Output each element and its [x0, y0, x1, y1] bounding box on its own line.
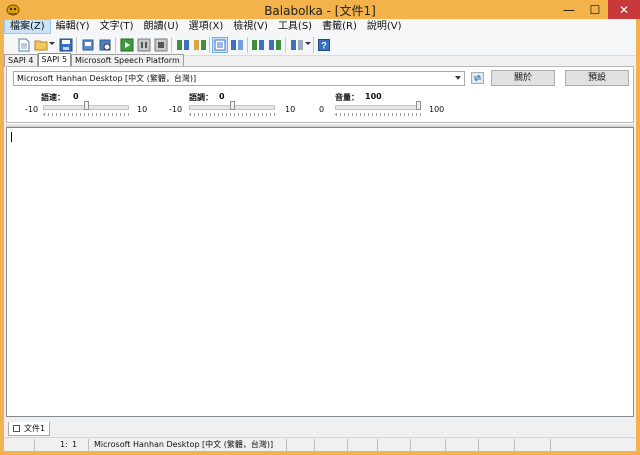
about-button[interactable]: 關於	[491, 70, 555, 86]
pitch-value: 0	[219, 92, 225, 101]
menu-speech[interactable]: 朗讀(U)	[139, 19, 184, 34]
bookmark-icon[interactable]	[250, 37, 266, 53]
title-bar[interactable]: Balabolka - [文件1] — ☐ ✕	[0, 0, 640, 19]
help-icon[interactable]: ?	[316, 37, 332, 53]
rate-value: 0	[73, 92, 79, 101]
menu-file[interactable]: 檔案(Z)	[4, 19, 51, 34]
pitch-label: 語調：	[189, 93, 213, 102]
close-button[interactable]: ✕	[608, 0, 640, 19]
volume-slider-ticks	[335, 113, 421, 116]
chevron-down-icon	[455, 76, 461, 80]
volume-slider-thumb[interactable]	[416, 101, 421, 110]
pitch-max: 10	[285, 105, 296, 114]
client-area: 檔案(Z) 編輯(Y) 文字(T) 朗讀(U) 選項(X) 檢視(V) 工具(S…	[4, 19, 636, 451]
rate-max: 10	[137, 105, 148, 114]
minimize-button[interactable]: —	[556, 0, 582, 19]
refresh-voices-button[interactable]	[471, 72, 484, 84]
svg-text:?: ?	[321, 41, 327, 51]
status-divider	[347, 439, 348, 451]
save-icon[interactable]	[58, 37, 74, 53]
window-title: Balabolka - [文件1]	[264, 4, 376, 18]
toolbar-separator	[171, 37, 172, 53]
volume-slider-group: 音量： 100 0 100	[315, 92, 455, 122]
voice-select-value: Microsoft Hanhan Desktop [中文 (繁體，台灣)]	[17, 74, 197, 83]
voice-panel: Microsoft Hanhan Desktop [中文 (繁體，台灣)] 關於…	[6, 66, 634, 123]
toolbar-separator	[313, 37, 314, 53]
volume-label: 音量：	[335, 93, 359, 102]
rate-slider-group: 語速： 0 -10 10	[19, 92, 147, 122]
pitch-slider-thumb[interactable]	[229, 101, 235, 110]
status-voice: Microsoft Hanhan Desktop [中文 (繁體，台灣)]	[94, 440, 274, 449]
pause-icon[interactable]	[136, 37, 152, 53]
volume-max: 100	[429, 105, 445, 114]
print-preview-icon[interactable]	[97, 37, 113, 53]
pitch-slider-ticks	[189, 113, 275, 116]
rate-slider-thumb[interactable]	[83, 101, 89, 110]
document-tab[interactable]: 文件1	[8, 422, 50, 436]
voice-options-dropdown-icon[interactable]	[305, 42, 311, 45]
volume-slider-track[interactable]	[335, 105, 421, 110]
toolbar-separator	[247, 37, 248, 53]
rate-min: -10	[25, 105, 39, 114]
menu-view[interactable]: 檢視(V)	[228, 19, 273, 34]
status-divider	[377, 439, 378, 451]
volume-min: 0	[319, 105, 325, 114]
menu-tools[interactable]: 工具(S)	[273, 19, 317, 34]
document-tabs: 文件1	[6, 422, 634, 436]
text-view-icon[interactable]	[212, 37, 228, 53]
menu-options[interactable]: 選項(X)	[184, 19, 229, 34]
status-bar: 1: 1 Microsoft Hanhan Desktop [中文 (繁體，台灣…	[4, 437, 636, 451]
status-divider	[478, 439, 479, 451]
menu-text[interactable]: 文字(T)	[95, 19, 139, 34]
preset-button[interactable]: 預設	[565, 70, 629, 86]
save-audio-icon[interactable]	[175, 37, 191, 53]
checkbox-icon[interactable]	[13, 425, 20, 432]
refresh-icon	[473, 74, 482, 82]
status-divider	[550, 439, 551, 451]
toolbar-separator	[115, 37, 116, 53]
pitch-slider-group: 語調： 0 -10 10	[165, 92, 305, 122]
voice-select[interactable]: Microsoft Hanhan Desktop [中文 (繁體，台灣)]	[13, 71, 465, 86]
clipboard-read-icon[interactable]	[229, 37, 245, 53]
open-folder-icon[interactable]	[33, 37, 49, 53]
app-window: Balabolka - [文件1] — ☐ ✕ 檔案(Z) 編輯(Y) 文字(T…	[0, 0, 640, 455]
status-divider	[445, 439, 446, 451]
menu-help[interactable]: 說明(V)	[362, 19, 407, 34]
menu-bar: 檔案(Z) 編輯(Y) 文字(T) 朗讀(U) 選項(X) 檢視(V) 工具(S…	[4, 19, 636, 34]
status-divider	[34, 439, 35, 451]
status-divider	[88, 439, 89, 451]
pitch-min: -10	[169, 105, 183, 114]
document-tab-label: 文件1	[24, 424, 46, 433]
print-icon[interactable]	[80, 37, 96, 53]
voice-options-icon[interactable]	[289, 37, 305, 53]
toolbar-separator	[285, 37, 286, 53]
stop-icon[interactable]	[153, 37, 169, 53]
status-divider	[314, 439, 315, 451]
engine-tabs: SAPI 4 SAPI 5 Microsoft Speech Platform	[4, 53, 184, 67]
status-line: 1:	[60, 440, 68, 449]
menu-bookmarks[interactable]: 書籤(R)	[317, 19, 362, 34]
maximize-button[interactable]: ☐	[582, 0, 608, 19]
status-divider	[514, 439, 515, 451]
text-caret	[11, 132, 12, 142]
bookmark-go-icon[interactable]	[267, 37, 283, 53]
text-editor[interactable]	[6, 127, 634, 417]
toolbar-separator	[76, 37, 77, 53]
new-file-icon[interactable]	[16, 37, 32, 53]
volume-value: 100	[365, 92, 382, 101]
convert-icon[interactable]	[192, 37, 208, 53]
status-divider	[410, 439, 411, 451]
editor-content[interactable]	[7, 128, 633, 416]
rate-label: 語速：	[41, 93, 65, 102]
toolbar-separator	[209, 37, 210, 53]
status-divider	[286, 439, 287, 451]
menu-edit[interactable]: 編輯(Y)	[51, 19, 95, 34]
open-dropdown-icon[interactable]	[49, 42, 55, 45]
tab-sapi5[interactable]: SAPI 5	[37, 53, 72, 67]
play-icon[interactable]	[119, 37, 135, 53]
status-column: 1	[72, 440, 78, 449]
rate-slider-ticks	[43, 113, 129, 116]
